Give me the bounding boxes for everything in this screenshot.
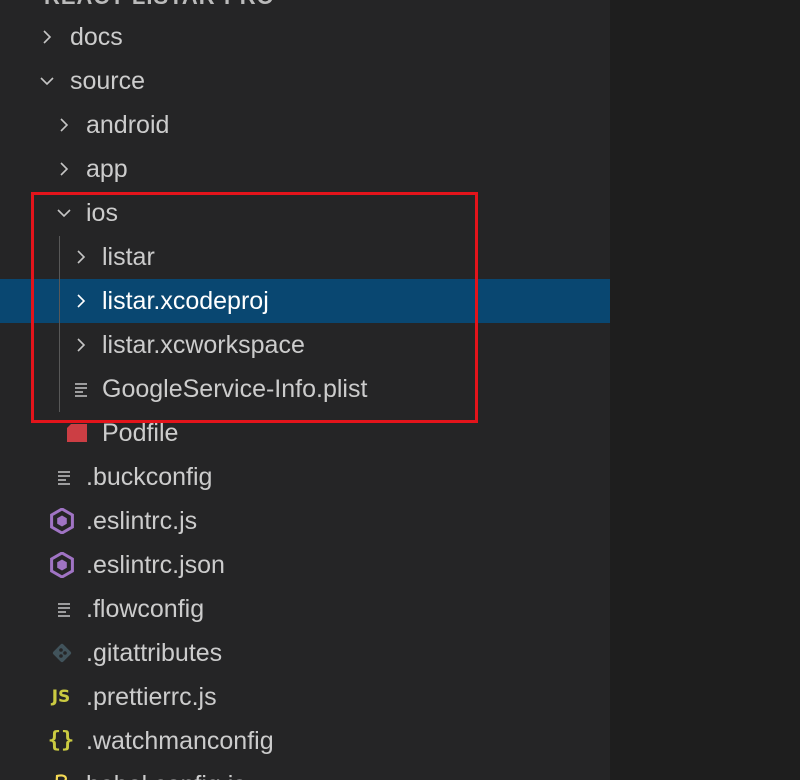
tree-item-watchmanconfig[interactable]: {} .watchmanconfig [0, 719, 610, 763]
lines-file-icon [51, 455, 77, 499]
tree-item-label: listar.xcworkspace [102, 331, 305, 359]
git-icon [49, 631, 75, 675]
tree-item-listar-xcworkspace[interactable]: listar.xcworkspace [0, 323, 610, 367]
eslint-icon [49, 499, 75, 543]
lines-file-icon [51, 587, 77, 631]
tree-item-eslintrc-js[interactable]: .eslintrc.js [0, 499, 610, 543]
tree-item-eslintrc-json[interactable]: .eslintrc.json [0, 543, 610, 587]
tree-item-label: .eslintrc.json [86, 551, 225, 579]
lines-file-icon [68, 367, 94, 411]
tree-item-label: Podfile [102, 419, 179, 447]
tree-item-buckconfig[interactable]: .buckconfig [0, 455, 610, 499]
tree-item-label: .prettierrc.js [86, 683, 217, 711]
chevron-down-icon [34, 59, 60, 103]
tree-item-label: GoogleService-Info.plist [102, 375, 368, 403]
chevron-right-icon [51, 147, 77, 191]
tree-item-label: babel.config.js [86, 763, 246, 780]
tree-item-android[interactable]: android [0, 103, 610, 147]
explorer-sidebar: REACT-LISTAR-PRO docs source android app… [0, 0, 610, 780]
tree-item-listar[interactable]: listar [0, 235, 610, 279]
js-icon: JS [51, 687, 71, 707]
tree-item-flowconfig[interactable]: .flowconfig [0, 587, 610, 631]
tree-item-label: .flowconfig [86, 595, 205, 623]
tree-item-gitattributes[interactable]: .gitattributes [0, 631, 610, 675]
tree-item-label: listar [102, 243, 155, 271]
tree-item-label: .watchmanconfig [86, 727, 274, 755]
indent-guide [59, 236, 60, 412]
chevron-right-icon [34, 15, 60, 59]
chevron-right-icon [68, 279, 94, 323]
editor-area [610, 0, 800, 780]
tree-item-label: docs [70, 23, 123, 51]
tree-item-label: .eslintrc.js [86, 507, 198, 535]
tree-item-listar-xcodeproj[interactable]: listar.xcodeproj [0, 279, 610, 323]
tree-item-docs[interactable]: docs [0, 15, 610, 59]
tree-item-label: .gitattributes [86, 639, 223, 667]
tree-item-label: android [86, 111, 170, 139]
ruby-icon [64, 411, 90, 455]
tree-item-ios[interactable]: ios [0, 191, 610, 235]
tree-item-podfile[interactable]: Podfile [0, 411, 610, 455]
tree-item-label: ios [86, 199, 118, 227]
tree-item-label: app [86, 155, 128, 183]
braces-icon: {} [47, 728, 75, 753]
tree-item-app[interactable]: app [0, 147, 610, 191]
tree-item-label: source [70, 67, 146, 95]
tree-item-googleservice-info-plist[interactable]: GoogleService-Info.plist [0, 367, 610, 411]
explorer-section-header[interactable]: REACT-LISTAR-PRO [44, 0, 275, 9]
tree-item-label: .buckconfig [86, 463, 213, 491]
tree-item-label: listar.xcodeproj [102, 287, 269, 315]
chevron-right-icon [51, 103, 77, 147]
chevron-right-icon [68, 323, 94, 367]
babel-icon [49, 763, 75, 780]
tree-item-prettierrc-js[interactable]: JS .prettierrc.js [0, 675, 610, 719]
chevron-down-icon [51, 191, 77, 235]
tree-item-source[interactable]: source [0, 59, 610, 103]
chevron-right-icon [68, 235, 94, 279]
tree-item-babel-config-js[interactable]: babel.config.js [0, 763, 610, 780]
eslint-icon [49, 543, 75, 587]
